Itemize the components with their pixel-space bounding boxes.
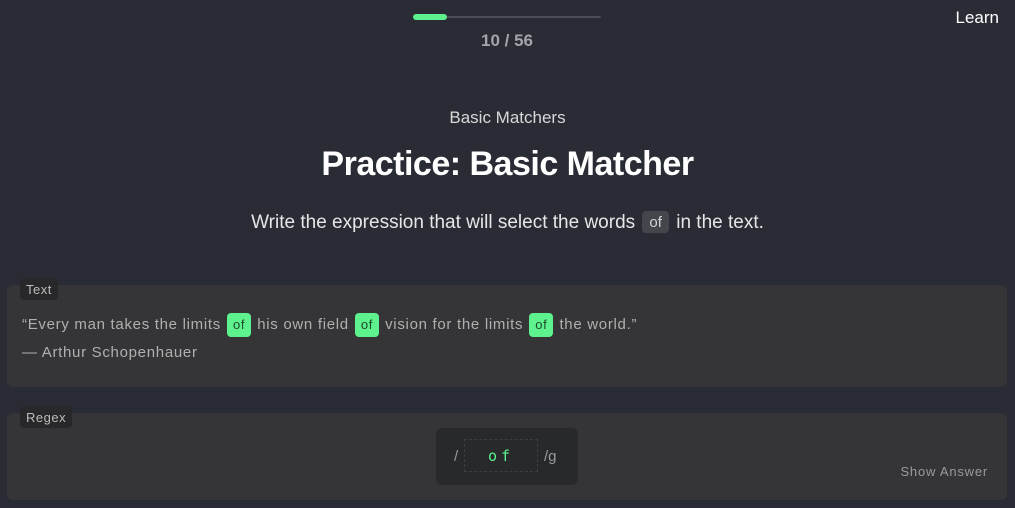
lesson-subtitle: Basic Matchers: [449, 108, 566, 127]
instruction-code: of: [642, 211, 669, 233]
progress-bar: [413, 14, 601, 20]
match-highlight: of: [529, 313, 554, 337]
regex-input[interactable]: [464, 439, 538, 472]
show-answer-button[interactable]: Show Answer: [900, 464, 988, 479]
text-segment: “Every man takes the limits: [22, 316, 221, 333]
regex-open-delimiter: /: [454, 448, 459, 465]
text-panel: Text “Every man takes the limits of his ow…: [7, 278, 1007, 387]
quote-line: “Every man takes the limits of his own fie…: [22, 311, 637, 339]
sample-text: “Every man takes the limits of his own fie…: [22, 311, 637, 367]
regex-panel: Regex / /g Show Answer: [7, 406, 1007, 500]
instruction-text-after: in the text.: [676, 212, 764, 233]
text-segment: his own field: [257, 316, 349, 333]
instruction-text-before: Write the expression that will select th…: [251, 212, 636, 233]
text-segment: the world.”: [559, 316, 638, 333]
progress-counter: 10 / 56: [481, 31, 533, 50]
progress-bar-fill: [413, 14, 447, 20]
match-highlight: of: [226, 313, 252, 337]
text-panel-tag: Text: [20, 278, 58, 300]
regex-flags: /g: [544, 448, 557, 465]
match-highlight: of: [354, 313, 380, 337]
text-segment: vision for the limits: [385, 316, 524, 333]
learn-link[interactable]: Learn: [956, 8, 999, 28]
quote-attribution: — Arthur Schopenhauer: [22, 344, 198, 361]
lesson-title: Practice: Basic Matcher: [321, 145, 694, 183]
regex-editor: / /g: [436, 428, 578, 485]
lesson-instruction: Write the expression that will select th…: [0, 211, 1015, 234]
regex-panel-tag: Regex: [20, 406, 73, 428]
